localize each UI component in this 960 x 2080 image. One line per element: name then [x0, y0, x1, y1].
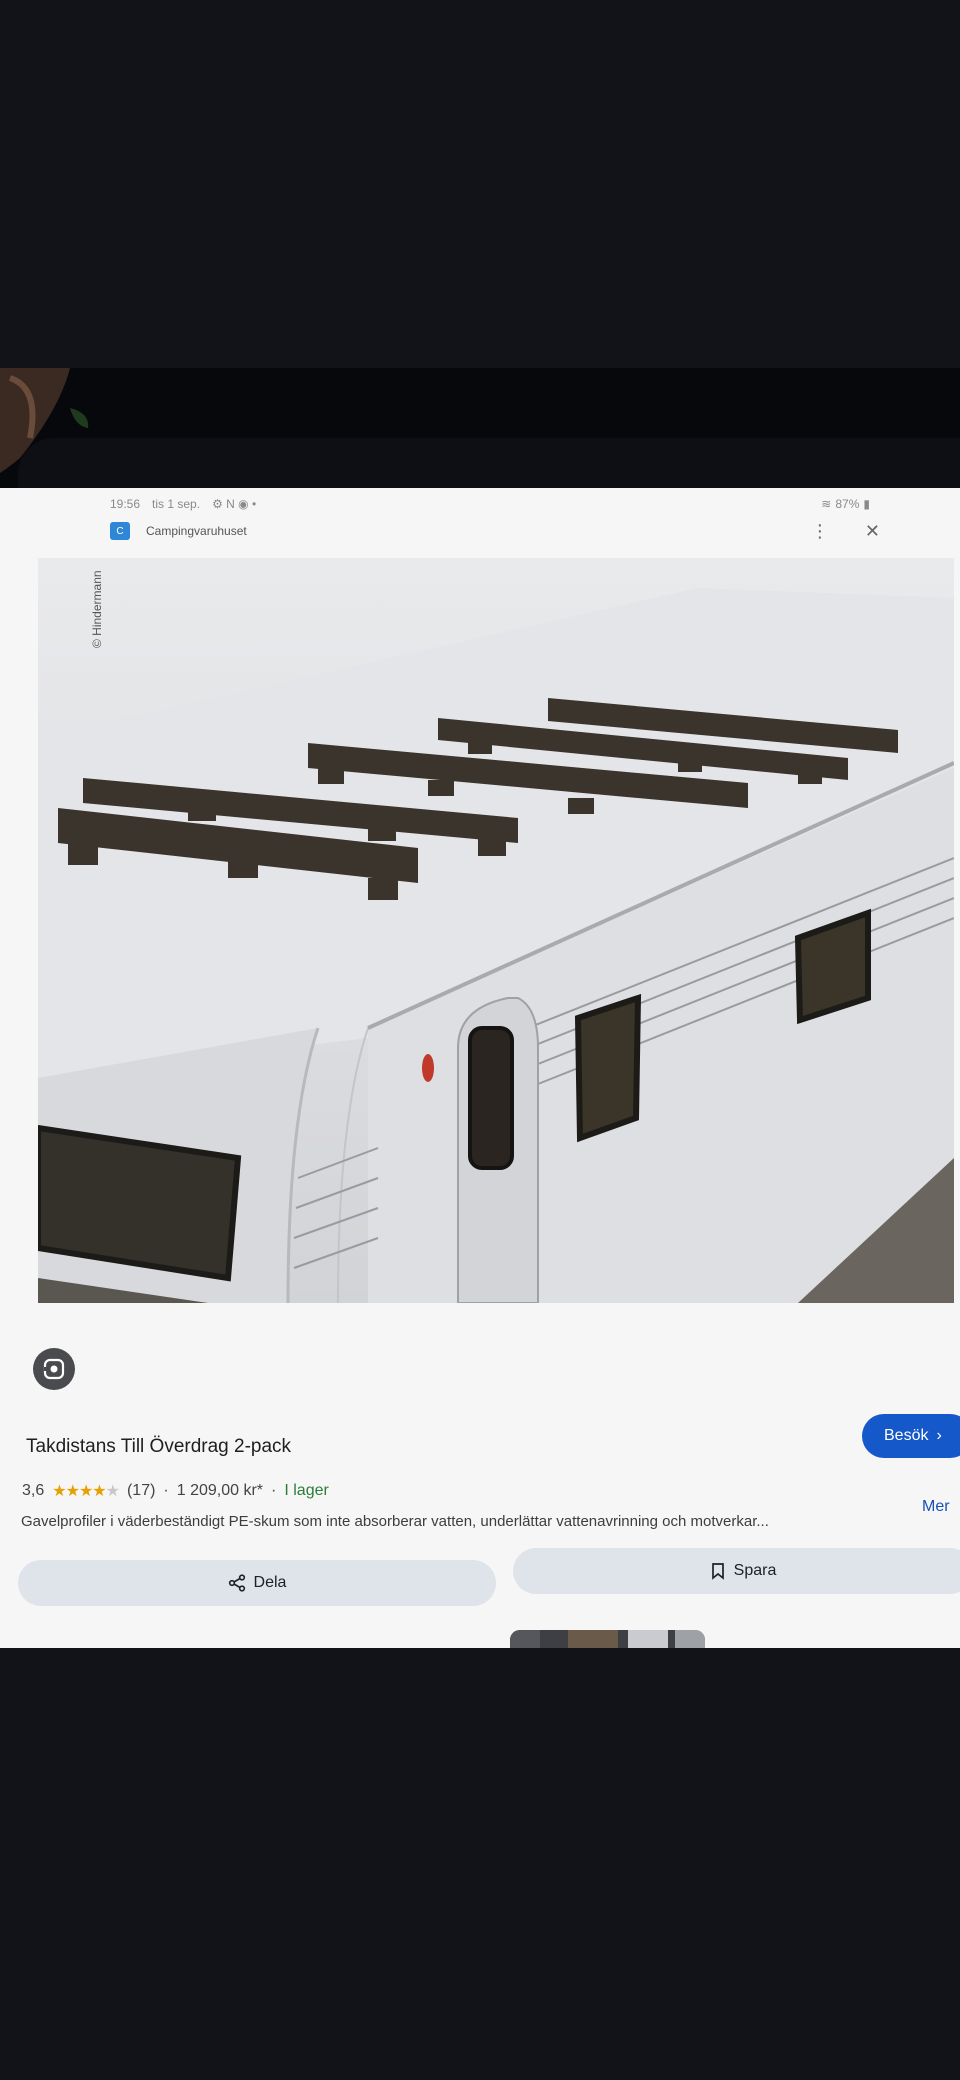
app-bar: C Campingvaruhuset ⋮ ✕: [110, 518, 880, 544]
product-description: Gavelprofiler i väderbeständigt PE-skum …: [21, 1513, 769, 1530]
related-image-thumbnails[interactable]: [510, 1630, 705, 1648]
product-price: 1 209,00 kr*: [176, 1482, 264, 1499]
chevron-right-icon: ›: [936, 1427, 942, 1444]
rating-stars: ★★★★★: [52, 1483, 120, 1500]
meta-separator: ·: [163, 1482, 169, 1499]
status-time: 19:56: [110, 497, 141, 511]
save-button[interactable]: Spara: [513, 1548, 960, 1594]
save-label: Spara: [733, 1562, 777, 1579]
visit-button[interactable]: Besök ›: [862, 1414, 960, 1458]
review-count[interactable]: (17): [127, 1482, 155, 1500]
close-icon[interactable]: ✕: [865, 521, 880, 542]
wifi-icon: ≋: [821, 497, 832, 511]
more-link[interactable]: Mer: [922, 1498, 950, 1516]
caravan-illustration: [38, 588, 954, 1303]
status-bar: 19:56 tis 1 sep. ⚙ N ◉ • ≋ 87% ▮: [110, 492, 870, 516]
status-date: tis 1 sep.: [152, 497, 201, 511]
product-image[interactable]: [38, 558, 954, 1303]
product-title[interactable]: Takdistans Till Överdrag 2-pack: [26, 1436, 291, 1458]
visit-label: Besök: [884, 1427, 929, 1444]
source-link[interactable]: C Campingvaruhuset: [110, 522, 247, 540]
source-name: Campingvaruhuset: [146, 524, 247, 538]
meta-separator: ·: [271, 1482, 277, 1499]
stock-status: I lager: [284, 1482, 329, 1499]
bookmark-icon: [711, 1563, 724, 1580]
plant-leaf: [0, 368, 89, 473]
more-options-icon[interactable]: ⋮: [811, 521, 829, 542]
battery-level: 87%: [835, 497, 860, 511]
image-watermark: © Hindermann: [90, 570, 104, 648]
lens-search-button[interactable]: [33, 1348, 75, 1390]
lens-icon: [43, 1358, 65, 1380]
source-favicon: C: [110, 522, 130, 540]
share-button[interactable]: Dela: [18, 1560, 496, 1606]
rating-value: 3,6: [22, 1482, 45, 1499]
product-meta: 3,6 ★★★★★ (17) · 1 209,00 kr* · I lager: [22, 1481, 329, 1501]
status-icons: ⚙ N ◉ •: [212, 497, 257, 511]
battery-icon: ▮: [863, 497, 870, 511]
share-label: Dela: [253, 1574, 287, 1591]
share-icon: [228, 1574, 245, 1592]
